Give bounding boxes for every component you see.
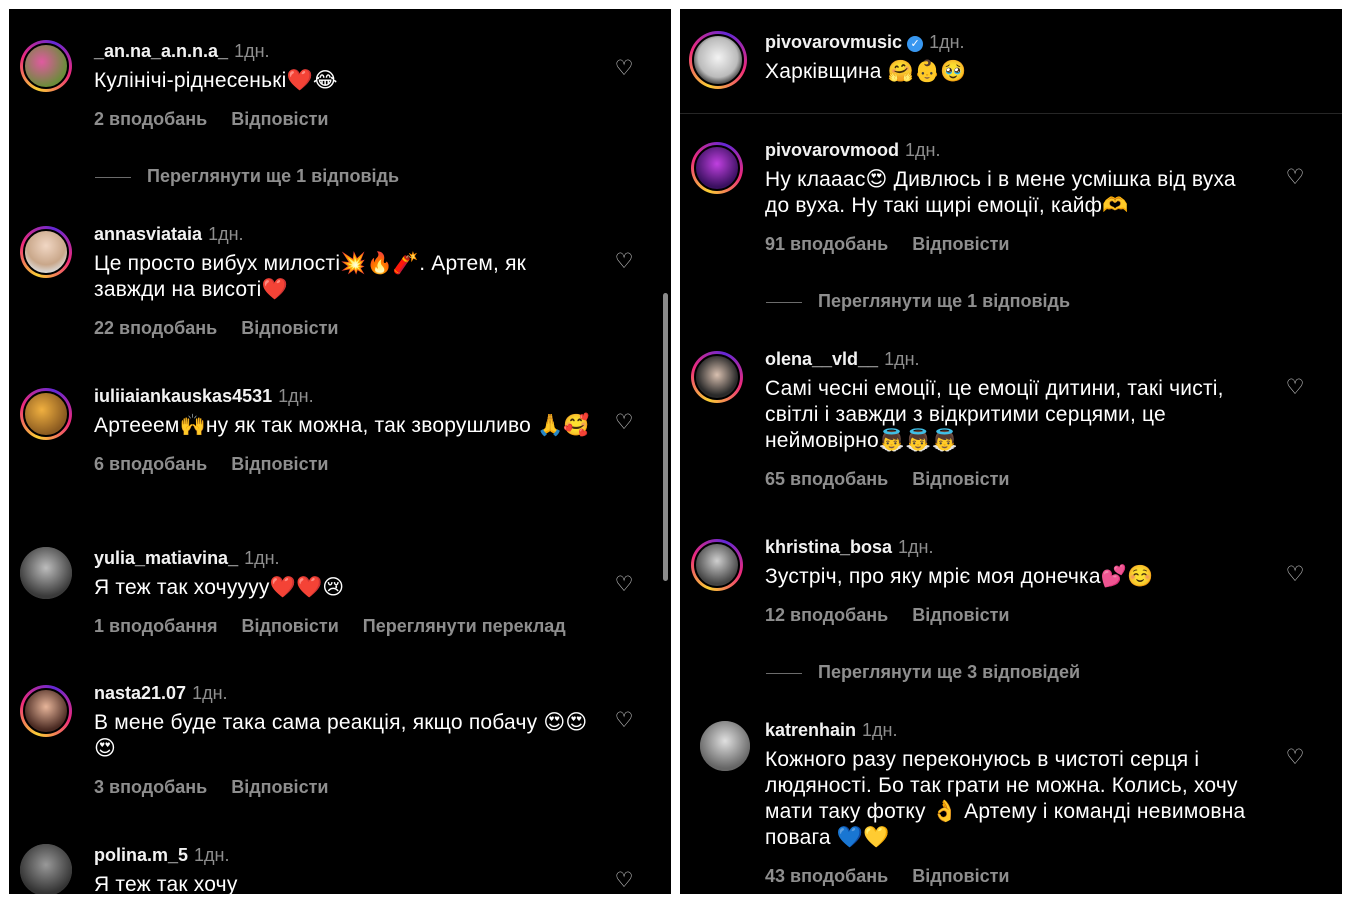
comment-time: 1дн. <box>278 386 314 406</box>
comment-username[interactable]: pivovarovmusic <box>765 32 902 52</box>
likes-count[interactable]: 12 вподобань <box>765 605 888 625</box>
scrollbar[interactable] <box>663 293 668 581</box>
comment-text: Зустріч, про яку мріє моя донечка💕☺️ <box>765 565 1154 588</box>
comment-time: 1дн. <box>884 349 920 369</box>
comment-time: 1дн. <box>244 548 280 568</box>
heart-icon[interactable]: ♡ <box>613 412 635 434</box>
avatar[interactable] <box>20 40 72 92</box>
comment-username[interactable]: pivovarovmood <box>765 140 899 160</box>
reply-button[interactable]: Відповісти <box>912 234 1009 254</box>
comment-text: В мене буде така сама реакція, якщо поба… <box>94 711 588 760</box>
likes-count[interactable]: 43 вподобань <box>765 866 888 886</box>
comment-username[interactable]: olena__vld__ <box>765 349 878 369</box>
heart-icon[interactable]: ♡ <box>1284 167 1306 189</box>
avatar[interactable] <box>20 844 72 894</box>
view-more-replies[interactable]: Переглянути ще 1 відповідь <box>766 290 1070 312</box>
comment-time: 1дн. <box>905 140 941 160</box>
comment-text: Я теж так хочуууу❤️❤️😢 <box>94 576 345 599</box>
comment-text: Харківщина 🤗👶🥹 <box>765 60 967 83</box>
reply-button[interactable]: Відповісти <box>231 454 328 474</box>
heart-icon[interactable]: ♡ <box>613 251 635 273</box>
comment-text: Це просто вибух милості💥🔥🧨. Артем, як за… <box>94 252 527 301</box>
reply-button[interactable]: Відповісти <box>242 616 339 636</box>
comment-text: Я теж так хочу <box>94 873 238 894</box>
view-more-replies[interactable]: Переглянути ще 1 відповідь <box>95 165 399 187</box>
avatar[interactable] <box>689 31 747 89</box>
view-translation-button[interactable]: Переглянути переклад <box>363 616 566 636</box>
avatar[interactable] <box>691 539 743 591</box>
comments-panel-left: _an.na_a.n.n.a_ 1дн. Кулінічі-ріднесенькі… <box>9 9 671 894</box>
heart-icon[interactable]: ♡ <box>1284 747 1306 769</box>
heart-icon[interactable]: ♡ <box>613 574 635 596</box>
reply-line-divider <box>95 176 131 178</box>
likes-count[interactable]: 22 вподобань <box>94 318 217 338</box>
comment-username[interactable]: nasta21.07 <box>94 683 186 703</box>
reply-line-divider <box>766 301 802 303</box>
comments-panel-right: pivovarovmusic ✓ 1дн. Харківщина 🤗👶🥹 pivov… <box>680 9 1342 894</box>
comment-username[interactable]: annasviataia <box>94 224 202 244</box>
avatar[interactable] <box>20 547 72 599</box>
comment-time: 1дн. <box>192 683 228 703</box>
comment-text: Кулінічі-ріднесенькі❤️😂 <box>94 69 338 92</box>
comment-username[interactable]: iuliiaiankauskas4531 <box>94 386 272 406</box>
avatar[interactable] <box>700 721 750 771</box>
avatar[interactable] <box>20 226 72 278</box>
reply-button[interactable]: Відповісти <box>231 777 328 797</box>
comment-time: 1дн. <box>234 41 270 61</box>
comment-text: Артееем🙌ну як так можна, так зворушливо … <box>94 414 590 437</box>
reply-button[interactable]: Відповісти <box>231 109 328 129</box>
likes-count[interactable]: 6 вподобань <box>94 454 207 474</box>
view-more-label: Переглянути ще 3 відповідей <box>818 662 1081 682</box>
comment-username[interactable]: katrenhain <box>765 720 856 740</box>
comment-time: 1дн. <box>194 845 230 865</box>
heart-icon[interactable]: ♡ <box>613 58 635 80</box>
comment-text: Ну клааас😍 Дивлюсь і в мене усмішка від … <box>765 168 1236 217</box>
comment-time: 1дн. <box>929 32 965 52</box>
reply-button[interactable]: Відповісти <box>912 469 1009 489</box>
heart-icon[interactable]: ♡ <box>1284 564 1306 586</box>
heart-icon[interactable]: ♡ <box>613 870 635 892</box>
comment-time: 1дн. <box>898 537 934 557</box>
likes-count[interactable]: 1 вподобання <box>94 616 218 636</box>
avatar[interactable] <box>20 685 72 737</box>
comment-username[interactable]: khristina_bosa <box>765 537 892 557</box>
reply-line-divider <box>766 672 802 674</box>
likes-count[interactable]: 65 вподобань <box>765 469 888 489</box>
avatar[interactable] <box>20 388 72 440</box>
likes-count[interactable]: 91 вподобань <box>765 234 888 254</box>
avatar[interactable] <box>691 351 743 403</box>
view-more-label: Переглянути ще 1 відповідь <box>147 166 400 186</box>
avatar[interactable] <box>691 142 743 194</box>
reply-button[interactable]: Відповісти <box>912 866 1009 886</box>
view-more-label: Переглянути ще 1 відповідь <box>818 291 1071 311</box>
heart-icon[interactable]: ♡ <box>1284 377 1306 399</box>
view-more-replies[interactable]: Переглянути ще 3 відповідей <box>766 661 1080 683</box>
comment-time: 1дн. <box>862 720 898 740</box>
comment-username[interactable]: polina.m_5 <box>94 845 188 865</box>
verified-badge-icon: ✓ <box>907 36 924 52</box>
comment-username[interactable]: yulia_matiavina_ <box>94 548 238 568</box>
likes-count[interactable]: 2 вподобань <box>94 109 207 129</box>
likes-count[interactable]: 3 вподобань <box>94 777 207 797</box>
comment-text: Самі чесні емоції, це емоції дитини, так… <box>765 377 1224 452</box>
caption-divider <box>680 113 1342 114</box>
reply-button[interactable]: Відповісти <box>241 318 338 338</box>
reply-button[interactable]: Відповісти <box>912 605 1009 625</box>
comment-text: Кожного разу переконуюсь в чистоті серця… <box>765 748 1246 849</box>
comment-username[interactable]: _an.na_a.n.n.a_ <box>94 41 228 61</box>
comment-time: 1дн. <box>208 224 244 244</box>
heart-icon[interactable]: ♡ <box>613 710 635 732</box>
